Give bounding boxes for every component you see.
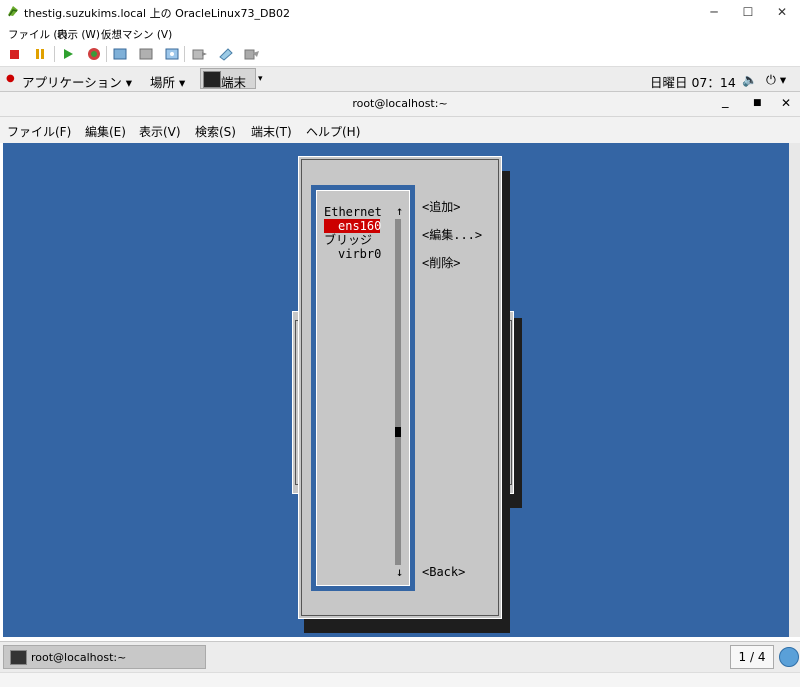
applications-menu[interactable]: アプリケーション ▾ bbox=[22, 72, 132, 91]
terminal-title-bar: root@localhost:~ _ ■ ✕ bbox=[0, 92, 800, 117]
terminal-scrollbar[interactable] bbox=[789, 143, 800, 637]
delete-button[interactable]: <削除> bbox=[422, 256, 460, 270]
apps-icon: ● bbox=[6, 73, 15, 84]
term-menu-terminal[interactable]: 端末(T) bbox=[251, 123, 292, 140]
list-scroll-thumb[interactable] bbox=[395, 427, 401, 437]
term-menu-edit[interactable]: 編集(E) bbox=[85, 123, 126, 140]
minimize-button[interactable]: ─ bbox=[697, 0, 731, 24]
terminal-menu-bar: ファイル(F) 編集(E) 表示(V) 検索(S) 端末(T) ヘルプ(H) bbox=[0, 117, 800, 143]
type-text-icon[interactable] bbox=[244, 46, 260, 62]
share-icon[interactable] bbox=[192, 46, 208, 62]
scroll-up-arrow[interactable]: ↑ bbox=[396, 204, 403, 218]
maximize-button[interactable]: ☐ bbox=[731, 0, 765, 24]
window-title-bar: thestig.suzukims.local 上の OracleLinux73_… bbox=[0, 0, 800, 24]
window-title: thestig.suzukims.local 上の OracleLinux73_… bbox=[24, 7, 291, 20]
connection-list[interactable]: Ethernet ↑ ens160 ブリッジ virbr0 ↓ bbox=[316, 190, 410, 586]
checkpoint-icon[interactable] bbox=[112, 46, 128, 62]
edit-button[interactable]: <編集...> bbox=[422, 228, 482, 242]
pause-icon[interactable] bbox=[32, 46, 48, 62]
terminal-maximize-button[interactable]: ■ bbox=[753, 98, 762, 108]
back-button[interactable]: <Back> bbox=[422, 565, 465, 579]
settings-icon[interactable] bbox=[218, 46, 234, 62]
vm-connection-icon bbox=[8, 6, 18, 17]
workspace-indicator-icon[interactable] bbox=[779, 647, 799, 667]
taskbar-item-terminal[interactable]: root@localhost:~ bbox=[3, 645, 206, 669]
start-icon[interactable] bbox=[60, 46, 76, 62]
term-menu-view[interactable]: 表示(V) bbox=[139, 123, 181, 140]
list-item-ens160[interactable]: ens160 bbox=[324, 219, 381, 233]
gnome-top-bar: ● アプリケーション ▾ 場所 ▾ 端末 ▾ 日曜日 07：14 🔈 ⏻ ▾ bbox=[0, 67, 800, 92]
terminal-minimize-button[interactable]: _ bbox=[722, 94, 729, 109]
menu-vm[interactable]: 仮想マシン (V) bbox=[101, 27, 172, 42]
terminal-app-menu[interactable]: 端末 bbox=[200, 68, 256, 90]
terminal-menu-label: 端末 bbox=[221, 75, 247, 90]
terminal-icon bbox=[203, 71, 221, 88]
term-menu-search[interactable]: 検索(S) bbox=[195, 123, 236, 140]
terminal-title: root@localhost:~ bbox=[352, 97, 448, 110]
list-item-virbr0[interactable]: virbr0 bbox=[338, 247, 381, 261]
vm-toolbar bbox=[0, 42, 800, 67]
places-menu[interactable]: 場所 ▾ bbox=[150, 72, 185, 91]
connection-list-frame: Ethernet ↑ ens160 ブリッジ virbr0 ↓ bbox=[311, 185, 415, 591]
vm-menu-bar: ファイル (F) 表示 (W) 仮想マシン (V) bbox=[0, 24, 800, 42]
power-icon[interactable]: ⏻ ▾ bbox=[766, 72, 786, 88]
vm-status-bar bbox=[0, 672, 800, 687]
add-button[interactable]: <追加> bbox=[422, 200, 460, 214]
terminal-screen[interactable]: Ethernet ↑ ens160 ブリッジ virbr0 ↓ <追加> <編集… bbox=[3, 143, 789, 637]
close-button[interactable]: ✕ bbox=[765, 0, 799, 24]
menu-view[interactable]: 表示 (W) bbox=[57, 27, 100, 42]
list-header-ethernet: Ethernet bbox=[324, 205, 382, 219]
term-menu-file[interactable]: ファイル(F) bbox=[7, 123, 71, 140]
term-menu-help[interactable]: ヘルプ(H) bbox=[306, 123, 360, 140]
list-scrollbar[interactable] bbox=[395, 219, 401, 565]
scroll-down-arrow[interactable]: ↓ bbox=[396, 565, 403, 579]
clock[interactable]: 日曜日 07：14 bbox=[650, 72, 736, 91]
enhanced-session-icon[interactable] bbox=[164, 46, 180, 62]
stop-icon[interactable] bbox=[6, 46, 22, 62]
list-header-bridge: ブリッジ bbox=[324, 233, 373, 247]
terminal-task-icon bbox=[10, 650, 27, 665]
terminal-close-button[interactable]: ✕ bbox=[781, 96, 791, 110]
taskbar-item-label: root@localhost:~ bbox=[31, 651, 127, 664]
revert-icon[interactable] bbox=[138, 46, 154, 62]
volume-icon[interactable]: 🔈 bbox=[742, 72, 758, 88]
workspace-pager[interactable]: 1 / 4 bbox=[730, 645, 774, 669]
gnome-window-list: root@localhost:~ 1 / 4 bbox=[0, 641, 800, 672]
reset-icon[interactable] bbox=[86, 46, 102, 62]
